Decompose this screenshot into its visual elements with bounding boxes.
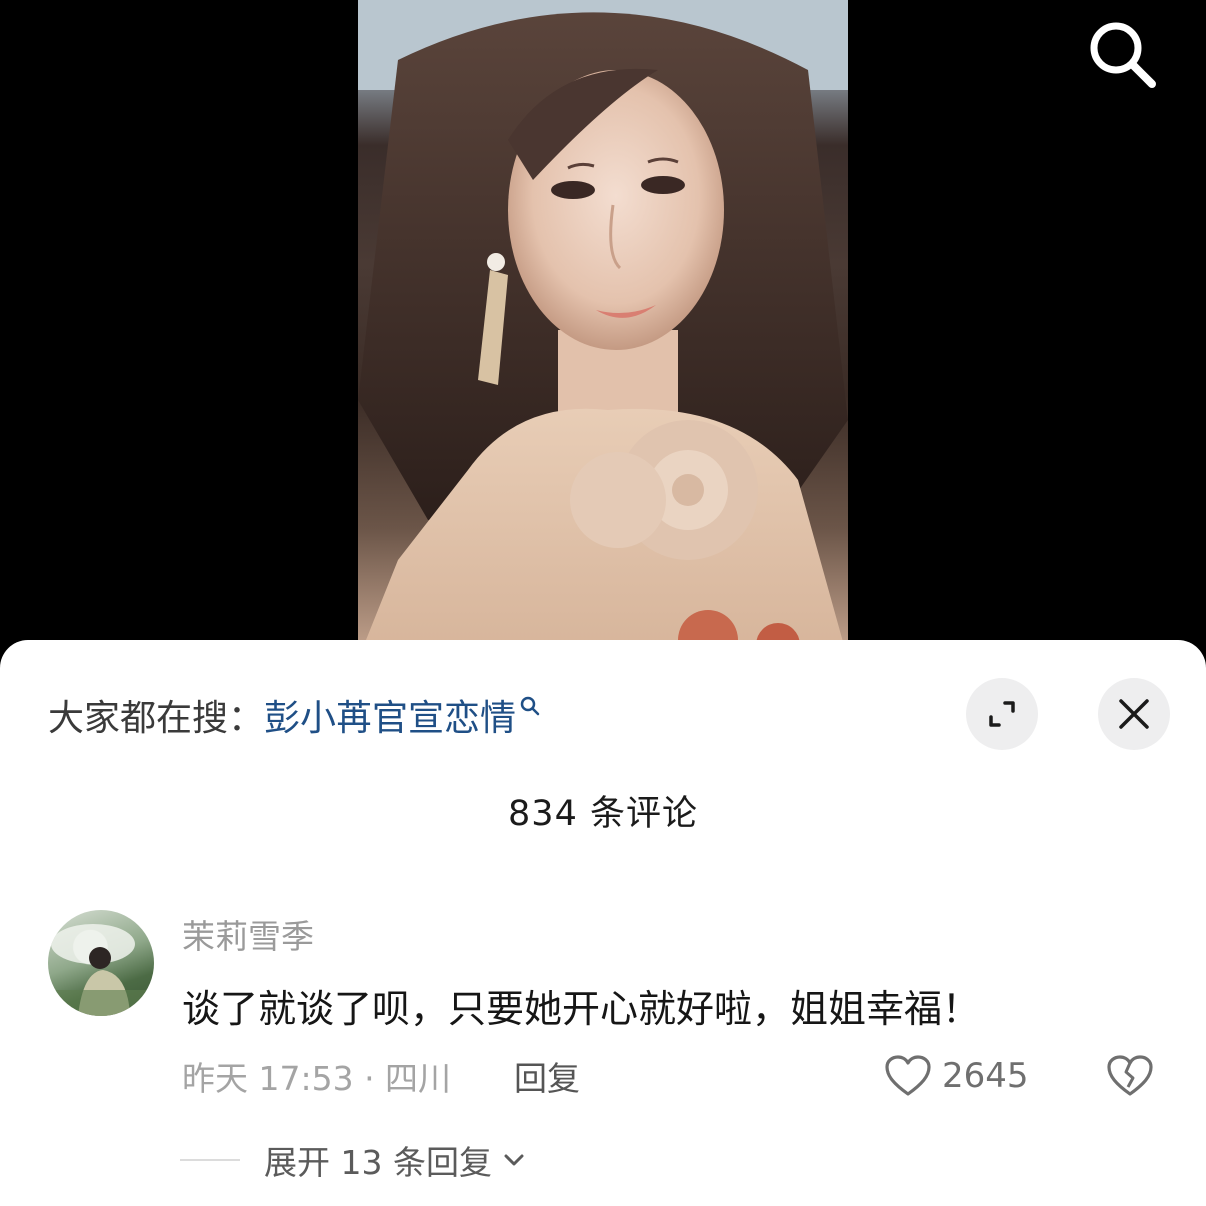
search-icon bbox=[1090, 22, 1156, 88]
divider bbox=[180, 1159, 240, 1161]
portrait-image bbox=[358, 0, 848, 660]
video-frame[interactable] bbox=[358, 0, 848, 660]
hot-search-prefix: 大家都在搜： bbox=[48, 698, 265, 739]
broken-heart-icon bbox=[1107, 1055, 1153, 1096]
fullscreen-button[interactable] bbox=[966, 678, 1038, 750]
comment-meta: 昨天 17:53 · 四川 bbox=[182, 1059, 452, 1098]
comment-count-title: 834 条评论 bbox=[508, 794, 698, 834]
like-button[interactable]: 2645 bbox=[884, 1054, 1029, 1098]
heart-icon bbox=[885, 1055, 931, 1096]
dislike-button[interactable] bbox=[1106, 1054, 1154, 1102]
expand-replies-label: 展开 13 条回复 bbox=[264, 1143, 492, 1182]
close-button[interactable] bbox=[1098, 678, 1170, 750]
comment-sheet: 大家都在搜： 彭小苒官宣恋情 834 条评论 茉莉雪季 谈了就谈了呗，只要她开心… bbox=[0, 640, 1206, 1206]
hot-search-bar[interactable]: 大家都在搜： 彭小苒官宣恋情 bbox=[48, 690, 540, 740]
reply-button[interactable]: 回复 bbox=[514, 1052, 580, 1100]
avatar[interactable] bbox=[48, 910, 154, 1016]
comment-username[interactable]: 茉莉雪季 bbox=[182, 910, 314, 958]
avatar-image bbox=[48, 924, 154, 1016]
expand-icon bbox=[989, 701, 1015, 727]
search-small-icon bbox=[520, 696, 540, 716]
expand-replies-button[interactable]: 展开 13 条回复 bbox=[180, 1136, 528, 1184]
video-player[interactable] bbox=[0, 0, 1206, 660]
comment-text: 谈了就谈了呗，只要她开心就好啦，姐姐幸福！ bbox=[182, 987, 981, 1031]
like-count: 2645 bbox=[942, 1056, 1029, 1096]
close-icon bbox=[1119, 699, 1149, 729]
chevron-down-icon bbox=[504, 1154, 524, 1166]
hot-search-term[interactable]: 彭小苒官宣恋情 bbox=[264, 689, 516, 741]
search-button[interactable] bbox=[1086, 18, 1158, 90]
